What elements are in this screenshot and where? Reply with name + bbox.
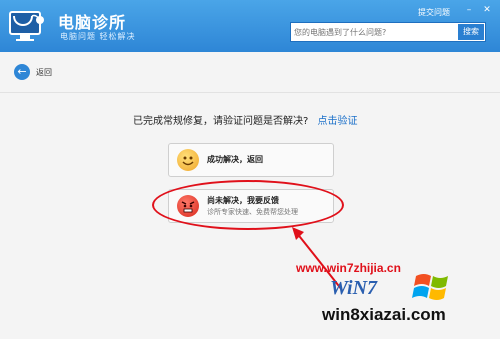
windows-flag-icon <box>412 272 452 304</box>
watermark-logo-text: WiN7 <box>330 277 378 299</box>
watermark-site-2: win8xiazai.com <box>322 305 446 324</box>
watermark-site-1: www.win7zhijia.cn <box>296 261 401 275</box>
